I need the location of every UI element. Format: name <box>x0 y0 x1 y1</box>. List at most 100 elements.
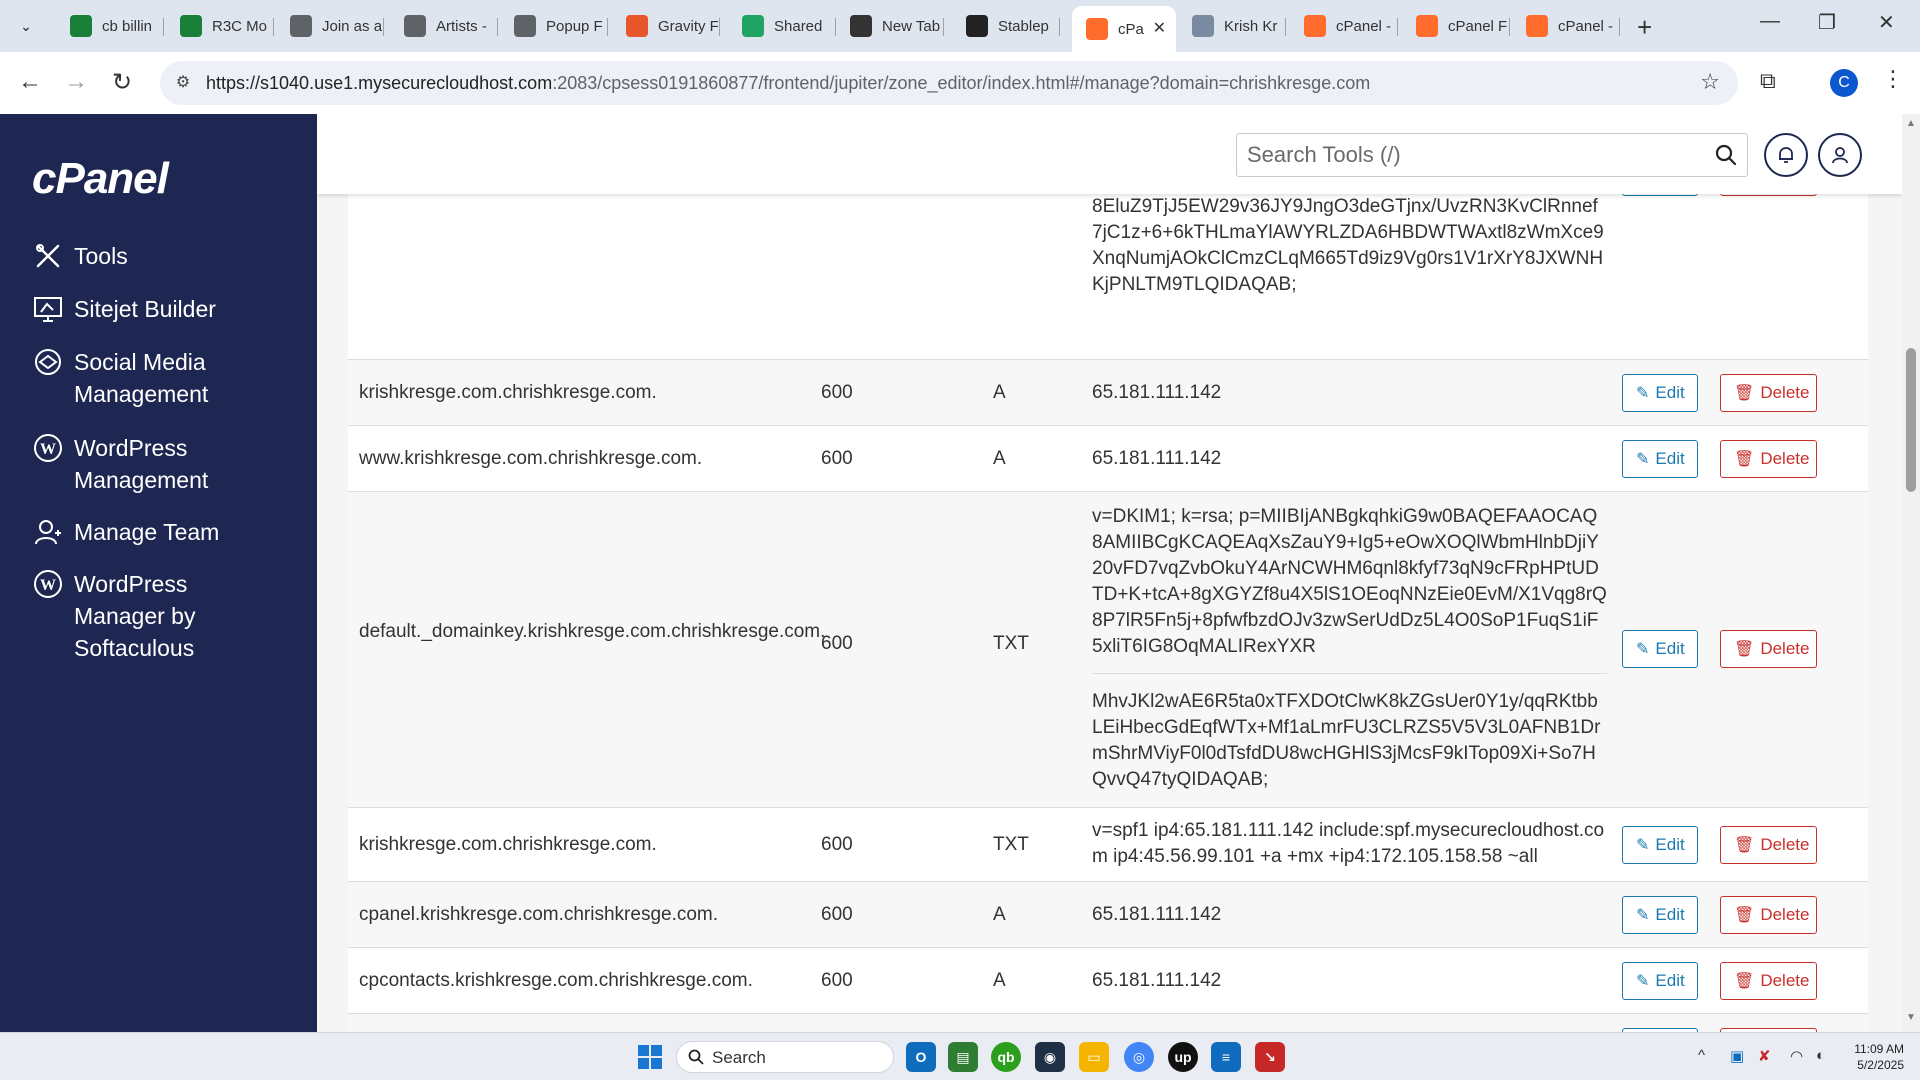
edit-button-label: Edit <box>1655 383 1685 402</box>
outlook-icon[interactable]: O <box>906 1042 936 1072</box>
site-info-icon[interactable]: ⚙ <box>170 70 196 96</box>
edit-button[interactable]: ✎ Edit <box>1622 826 1698 864</box>
edit-button[interactable]: ✎ Edit <box>1622 962 1698 1000</box>
browser-tab[interactable]: Gravity F <box>612 8 720 44</box>
upwork-icon[interactable]: up <box>1168 1042 1198 1072</box>
browser-tab[interactable]: cb billin <box>56 8 164 44</box>
svg-text:W: W <box>40 441 56 458</box>
browser-tab[interactable]: Artists - <box>390 8 498 44</box>
taskbar-clock[interactable]: 11:09 AM 5/2/2025 <box>1838 1041 1904 1073</box>
pencil-icon: ✎ <box>1636 837 1650 854</box>
minimize-icon[interactable]: — <box>1760 10 1780 33</box>
browser-menu-icon[interactable]: ⋮ <box>1882 66 1904 92</box>
bookmark-star-icon[interactable]: ☆ <box>1700 69 1720 95</box>
sidebar-item-social-media-management[interactable]: Social Media Management <box>32 346 272 410</box>
delete-button[interactable]: 🗑 Delete <box>1720 896 1817 934</box>
tab-title: New Tab <box>882 17 941 35</box>
edit-button[interactable]: ✎ Edit <box>1622 440 1698 478</box>
search-tools-box[interactable] <box>1236 133 1748 177</box>
reload-icon[interactable]: ↻ <box>112 68 132 97</box>
edit-button[interactable]: ✎ Edit <box>1622 630 1698 668</box>
tray-chevron-icon[interactable]: ^ <box>1698 1047 1705 1064</box>
table-row: cpcontacts.krishkresge.com.chrishkresge.… <box>348 948 1868 1014</box>
user-account-icon[interactable] <box>1818 133 1862 177</box>
file-explorer-icon[interactable]: ▭ <box>1079 1042 1109 1072</box>
close-tab-icon[interactable]: ✕ <box>1153 18 1166 38</box>
delete-button[interactable]: 🗑 Delete <box>1720 962 1817 1000</box>
record-type: A <box>993 904 1006 925</box>
taskbar-search[interactable]: Search <box>676 1041 894 1073</box>
delete-button[interactable]: 🗑 Delete <box>1720 374 1817 412</box>
browser-tab[interactable]: Stablep <box>952 8 1060 44</box>
record-type: A <box>993 448 1006 469</box>
delete-button[interactable]: 🗑 Delete <box>1720 826 1817 864</box>
app-icon[interactable]: ◉ <box>1035 1042 1065 1072</box>
close-window-icon[interactable]: ✕ <box>1878 10 1895 35</box>
notifications-bell-icon[interactable] <box>1764 133 1808 177</box>
trash-icon: 🗑 <box>1734 837 1755 854</box>
sidebar-item-sitejet-builder[interactable]: Sitejet Builder <box>32 293 216 325</box>
tab-title: cPa <box>1118 20 1144 38</box>
forward-icon[interactable]: → <box>64 68 88 96</box>
record-value: 65.181.111.142 <box>1092 970 1222 991</box>
record-ttl: 600 <box>821 970 853 991</box>
url-text[interactable]: https://s1040.use1.mysecurecloudhost.com… <box>206 73 1370 94</box>
browser-tab[interactable]: Join as a <box>276 8 384 44</box>
browser-tab[interactable]: cPa ✕ <box>1072 6 1176 52</box>
restore-icon[interactable]: ❐ <box>1818 10 1836 35</box>
search-tools-input[interactable] <box>1247 142 1687 168</box>
quickbooks-icon[interactable]: qb <box>991 1042 1021 1072</box>
scroll-down-arrow-icon[interactable]: ▼ <box>1906 1012 1916 1023</box>
tab-search-button[interactable]: ⌄ <box>10 10 42 42</box>
wifi-icon[interactable]: ◠ <box>1790 1047 1803 1065</box>
new-tab-button[interactable]: + <box>1637 12 1652 43</box>
edit-button[interactable]: ✎ Edit <box>1622 896 1698 934</box>
sidebar-item-manage-team[interactable]: Manage Team <box>32 516 219 548</box>
scrollbar-thumb[interactable] <box>1906 348 1916 492</box>
stats-app-icon[interactable]: ↘ <box>1255 1042 1285 1072</box>
tab-separator <box>383 18 384 36</box>
sidebar-item-label: Social Media Management <box>74 349 209 407</box>
search-icon <box>687 1048 705 1071</box>
cpanel-icon <box>1086 18 1108 40</box>
extensions-icon[interactable]: ⧉ <box>1760 68 1776 94</box>
scroll-up-arrow-icon[interactable]: ▲ <box>1906 118 1916 129</box>
record-type: A <box>993 970 1006 991</box>
sheets-app-icon[interactable]: ▤ <box>948 1042 978 1072</box>
address-bar[interactable]: ⚙ https://s1040.use1.mysecurecloudhost.c… <box>160 61 1738 105</box>
browser-tab[interactable]: Popup F <box>500 8 608 44</box>
profile-avatar[interactable]: C <box>1830 69 1858 97</box>
record-name: default._domainkey.krishkresge.com.chris… <box>359 621 826 642</box>
main-content: 8EluZ9TjJ5EW29v36JY9JngO3deGTjnx/UvzRN3K… <box>317 114 1902 1032</box>
browser-tab[interactable]: New Tab <box>836 8 944 44</box>
sidebar-item-tools[interactable]: Tools <box>32 240 128 272</box>
browser-tab[interactable]: cPanel - <box>1512 8 1620 44</box>
browser-tab[interactable]: cPanel - <box>1290 8 1398 44</box>
edit-button-label: Edit <box>1655 449 1685 468</box>
volume-icon[interactable]: ◐ <box>1816 1047 1825 1064</box>
browser-tab[interactable]: Krish Kr <box>1178 8 1286 44</box>
delete-button[interactable]: 🗑 Delete <box>1720 440 1817 478</box>
browser-tab[interactable]: Shared <box>728 8 836 44</box>
edit-button[interactable]: ✎ Edit <box>1622 374 1698 412</box>
tray-app-icon[interactable]: ✘ <box>1758 1047 1771 1065</box>
record-ttl: 600 <box>821 448 853 469</box>
cpanel-logo[interactable]: cPanel <box>32 154 169 204</box>
page-scrollbar[interactable]: ▲ ▼ <box>1902 114 1920 1032</box>
record-name: cpcontacts.krishkresge.com.chrishkresge.… <box>359 970 753 991</box>
sidebar-item-wordpress-management[interactable]: W WordPress Management <box>32 432 272 496</box>
tab-separator <box>1397 18 1398 36</box>
windows-start-icon[interactable] <box>638 1045 662 1069</box>
sidebar-item-wordpress-manager-softaculous[interactable]: W WordPress Manager by Softaculous <box>32 568 272 664</box>
delete-button[interactable]: 🗑 Delete <box>1720 630 1817 668</box>
browser-tab[interactable]: R3C Mo <box>166 8 274 44</box>
sidebar-item-label: WordPress Management <box>74 435 209 493</box>
browser-tab[interactable]: cPanel F <box>1402 8 1510 44</box>
tray-outlook-icon[interactable]: ▣ <box>1730 1047 1744 1065</box>
back-icon[interactable]: ← <box>18 68 42 96</box>
search-icon[interactable] <box>1713 142 1739 173</box>
notepad-icon[interactable]: ≡ <box>1211 1042 1241 1072</box>
chrome-icon[interactable]: ◎ <box>1124 1042 1154 1072</box>
edit-button-label: Edit <box>1655 835 1685 854</box>
record-name: krishkresge.com.chrishkresge.com. <box>359 834 657 855</box>
